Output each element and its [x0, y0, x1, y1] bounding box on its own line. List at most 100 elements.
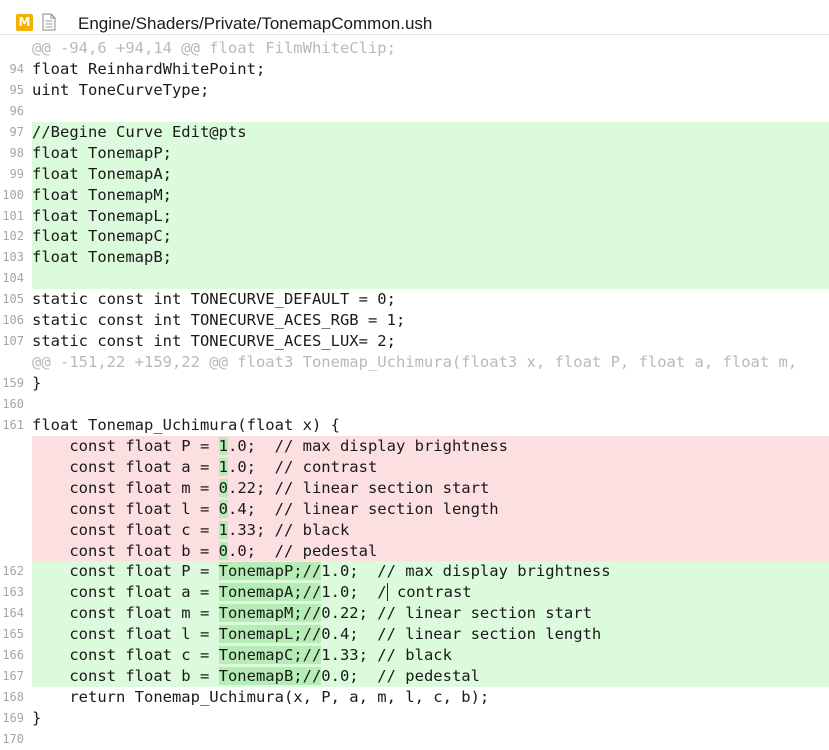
- code-suffix: .0; // max display brightness: [227, 436, 508, 455]
- code-suffix: .4; // linear section length: [227, 499, 499, 518]
- diff-line-ctx[interactable]: 169}: [0, 708, 829, 729]
- diff-line-added[interactable]: 99 float TonemapA;: [0, 163, 829, 185]
- code-text: float Tonemap_Uchimura(float x) {: [32, 415, 340, 434]
- diff-line-ctx[interactable]: 160: [0, 394, 829, 415]
- line-number: [0, 499, 24, 520]
- line-number: 164: [2, 606, 24, 621]
- line-number: [0, 352, 24, 373]
- diff-line-removed[interactable]: const float b = 0.0; // pedestal: [0, 540, 829, 562]
- code-text: float TonemapM;: [32, 184, 829, 206]
- modified-badge: M: [16, 14, 33, 31]
- diff-line-removed[interactable]: const float m = 0.22; // linear section …: [0, 477, 829, 499]
- line-number: 106: [2, 313, 24, 328]
- line-number: 170: [2, 731, 24, 746]
- code-prefix: const float l =: [32, 499, 219, 518]
- diff-line-ctx[interactable]: 105 static const int TONECURVE_DEFAULT = …: [0, 289, 829, 310]
- diff-line-removed[interactable]: const float a = 1.0; // contrast: [0, 456, 829, 478]
- line-number: 161: [2, 417, 24, 432]
- line-number: 101: [2, 208, 24, 223]
- code-suffix: 0.4; // linear section length: [321, 625, 602, 644]
- diff-line-removed[interactable]: const float l = 0.4; // linear section l…: [0, 498, 829, 520]
- changed-token: TonemapM;//: [218, 604, 322, 623]
- line-number: 167: [2, 669, 24, 684]
- diff-line-added[interactable]: 98 float TonemapP;: [0, 142, 829, 164]
- line-number: 169: [2, 711, 24, 725]
- changed-token: 0: [218, 499, 228, 518]
- diff-line-ctx[interactable]: 161 float Tonemap_Uchimura(float x) {: [0, 415, 829, 436]
- code-text: float TonemapP;: [32, 142, 829, 164]
- diff-line-ctx[interactable]: 95 uint ToneCurveType;: [0, 80, 829, 101]
- diff-line-added[interactable]: 165 const float l = TonemapL;//0.4; // l…: [0, 624, 829, 646]
- diff-line-added[interactable]: 162 const float P = TonemapP;//1.0; // m…: [0, 561, 829, 583]
- diff-line-added[interactable]: 102 float TonemapC;: [0, 226, 829, 248]
- code-text: static const int TONECURVE_ACES_LUX= 2;: [32, 332, 396, 351]
- diff-line-added[interactable]: 100 float TonemapM;: [0, 184, 829, 206]
- code-suffix: .22; // linear section start: [227, 478, 490, 497]
- code-prefix: const float b =: [32, 667, 219, 686]
- diff-line-ctx[interactable]: 107 static const int TONECURVE_ACES_LUX= …: [0, 331, 829, 352]
- diff-line-added[interactable]: 97 //Begine Curve Edit@pts: [0, 121, 829, 143]
- diff-line-ctx[interactable]: 159}: [0, 373, 829, 394]
- diff-line-hunk[interactable]: @@ -94,6 +94,14 @@ float FilmWhiteClip;: [0, 38, 829, 59]
- diff-line-removed[interactable]: const float P = 1.0; // max display brig…: [0, 435, 829, 457]
- diff-line-added[interactable]: 164 const float m = TonemapM;//0.22; // …: [0, 603, 829, 625]
- code-prefix: const float c =: [32, 646, 219, 665]
- code-text: }: [32, 709, 42, 727]
- code-text: float TonemapC;: [32, 226, 829, 248]
- diff-line-added[interactable]: 101 float TonemapL;: [0, 205, 829, 227]
- changed-token: 1: [218, 457, 228, 476]
- code-text: const float b = TonemapB;//0.0; // pedes…: [32, 666, 829, 688]
- code-text: float TonemapL;: [32, 205, 829, 227]
- code-prefix: const float a =: [32, 583, 219, 602]
- diff-line-added[interactable]: 163 const float a = TonemapA;//1.0; / co…: [0, 582, 829, 604]
- line-number: 94: [9, 61, 24, 76]
- code-text: const float l = TonemapL;//0.4; // linea…: [32, 624, 829, 646]
- diff-line-ctx[interactable]: 168 return Tonemap_Uchimura(x, P, a, m, …: [0, 687, 829, 708]
- line-number: [0, 541, 24, 562]
- code-text: const float a = 1.0; // contrast: [32, 456, 829, 478]
- code-suffix: .0; // pedestal: [227, 541, 378, 560]
- line-number: 102: [2, 229, 24, 244]
- diff-view: @@ -94,6 +94,14 @@ float FilmWhiteClip; 9…: [0, 38, 829, 750]
- code-prefix: const float P =: [32, 436, 219, 455]
- diff-line-hunk[interactable]: @@ -151,22 +159,22 @@ float3 Tonemap_Uch…: [0, 352, 829, 373]
- line-number: 165: [2, 627, 24, 642]
- code-text: float TonemapA;: [32, 163, 829, 185]
- changed-token: 0: [218, 541, 228, 560]
- code-text: //Begine Curve Edit@pts: [32, 121, 829, 143]
- diff-line-ctx[interactable]: 170: [0, 729, 829, 750]
- code-suffix: 0.0; // pedestal: [321, 667, 480, 686]
- file-header: M Engine/Shaders/Private/TonemapCommon.u…: [0, 0, 829, 35]
- changed-token: 0: [218, 478, 228, 497]
- diff-line-added[interactable]: 103 float TonemapB;: [0, 247, 829, 269]
- line-number: 98: [9, 145, 24, 160]
- code-text: const float m = 0.22; // linear section …: [32, 477, 829, 499]
- code-text: const float b = 0.0; // pedestal: [32, 540, 829, 562]
- code-text: return Tonemap_Uchimura(x, P, a, m, l, c…: [32, 688, 490, 707]
- line-number: 96: [9, 103, 24, 118]
- line-number: 95: [9, 82, 24, 97]
- code-prefix: const float P =: [32, 562, 219, 581]
- line-number: [0, 520, 24, 541]
- diff-line-ctx[interactable]: 94 float ReinhardWhitePoint;: [0, 59, 829, 80]
- code-prefix: const float m =: [32, 604, 219, 623]
- diff-line-added[interactable]: 104: [0, 268, 829, 290]
- code-text: float TonemapB;: [32, 247, 829, 269]
- code-suffix: .33; // black: [227, 520, 350, 539]
- line-number: 103: [2, 250, 24, 265]
- code-text: const float a = TonemapA;//1.0; / contra…: [32, 582, 829, 604]
- diff-line-added[interactable]: 166 const float c = TonemapC;//1.33; // …: [0, 645, 829, 667]
- code-text: const float c = TonemapC;//1.33; // blac…: [32, 645, 829, 667]
- line-number: 105: [2, 292, 24, 307]
- line-number: 159: [2, 376, 24, 390]
- code-text: static const int TONECURVE_DEFAULT = 0;: [32, 290, 396, 309]
- diff-line-removed[interactable]: const float c = 1.33; // black: [0, 519, 829, 541]
- changed-token: TonemapB;//: [218, 667, 322, 686]
- code-text: [32, 268, 829, 290]
- diff-line-ctx[interactable]: 106 static const int TONECURVE_ACES_RGB =…: [0, 310, 829, 331]
- diff-line-added[interactable]: 167 const float b = TonemapB;//0.0; // p…: [0, 666, 829, 688]
- diff-line-ctx[interactable]: 96: [0, 101, 829, 122]
- file-path[interactable]: Engine/Shaders/Private/TonemapCommon.ush: [78, 13, 432, 34]
